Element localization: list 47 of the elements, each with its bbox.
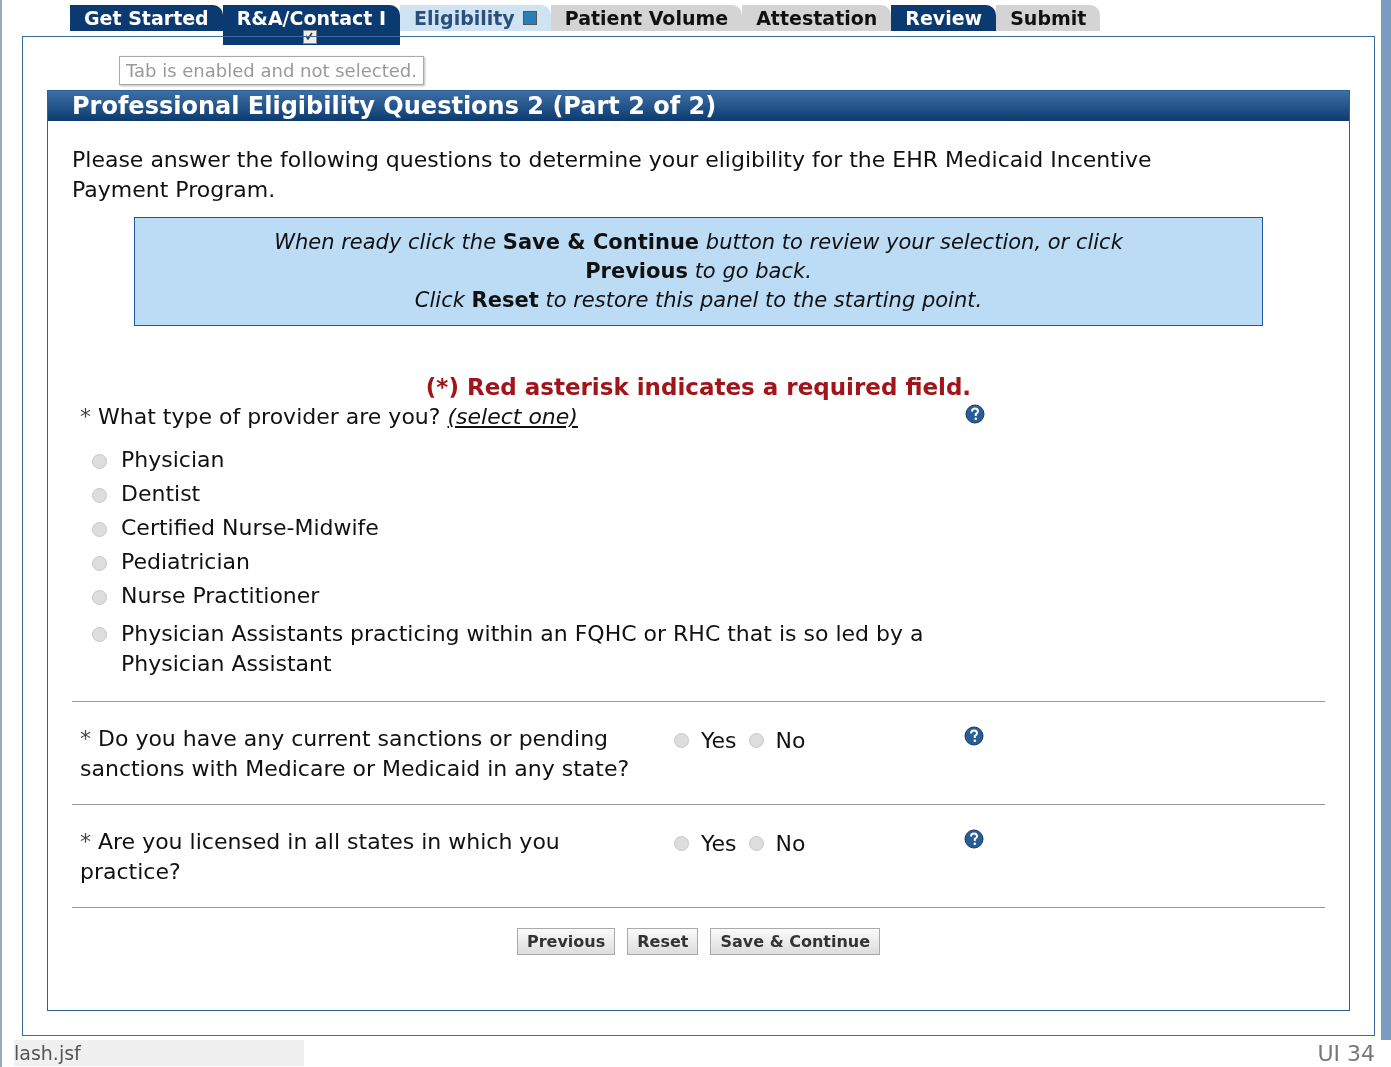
radio-button[interactable] [748, 733, 764, 748]
option-label: Physician [121, 447, 225, 472]
radio-button[interactable] [92, 589, 107, 605]
tooltip: Tab is enabled and not selected. [119, 56, 424, 85]
tab[interactable]: Attestation [742, 5, 892, 31]
option-label: Physician Assistants practicing within an FQHC or RHC that is so led by a Physician Assistant [121, 620, 925, 678]
radio-button[interactable] [674, 733, 689, 748]
tab[interactable]: Patient Volume [550, 5, 743, 31]
question-text: * Do you have any current sanctions or pending sanctions with Medicare or Medicaid in any state? [80, 725, 631, 783]
intro-text: Please answer the following questions to determine your eligibility for the EHR Medicaid Incentive Payment Program. [72, 146, 1153, 204]
panel-title: Professional Eligibility Questions 2 (Part 2 of 2) [48, 91, 1349, 121]
help-icon[interactable] [965, 404, 985, 424]
option-label: Dentist [121, 481, 201, 506]
notice-line: Click Reset to restore this panel to the starting point. [413, 287, 984, 314]
tab[interactable]: R&A/Contact I [222, 5, 401, 45]
option-label: Pediatrician [121, 549, 250, 574]
form-button[interactable]: Save & Continue [710, 928, 881, 955]
form-button[interactable]: Reset [627, 928, 699, 955]
help-icon[interactable] [964, 829, 984, 849]
page-label: UI 34 [1317, 1041, 1375, 1066]
radio-button[interactable] [92, 555, 107, 571]
option-label: Yes [701, 831, 737, 856]
question-text: * What type of provider are you? (select one) [79, 404, 579, 429]
notice-line: Previous to go back. [584, 258, 813, 285]
tab[interactable]: Submit [996, 5, 1101, 31]
option-label: Nurse Practitioner [121, 583, 320, 608]
radio-button[interactable] [748, 836, 764, 851]
status-url: lash.jsf [14, 1040, 304, 1066]
radio-button[interactable] [92, 453, 107, 469]
radio-button[interactable] [92, 627, 107, 642]
required-note: (*) Red asterisk indicates a required field. [424, 374, 973, 400]
hint-link[interactable]: (select one) [447, 404, 578, 429]
status-square-icon [522, 11, 537, 25]
notice-line: When ready click the Save & Continue button to review your selection, or click [273, 229, 1124, 256]
question-text: * Are you licensed in all states in which you practice? [80, 828, 561, 886]
option-label: Certified Nurse-Midwife [121, 515, 379, 540]
option-label: Yes [701, 728, 737, 753]
radio-button[interactable] [674, 836, 689, 851]
form-button[interactable]: Previous [516, 928, 616, 955]
option-label: No [775, 831, 806, 856]
tab[interactable]: Eligibility [400, 5, 551, 31]
tab[interactable]: Get Started [70, 5, 223, 31]
option-label: No [775, 728, 806, 753]
radio-button[interactable] [92, 487, 107, 503]
radio-button[interactable] [92, 521, 107, 537]
tab[interactable]: Review [891, 5, 997, 31]
help-icon[interactable] [964, 726, 984, 746]
